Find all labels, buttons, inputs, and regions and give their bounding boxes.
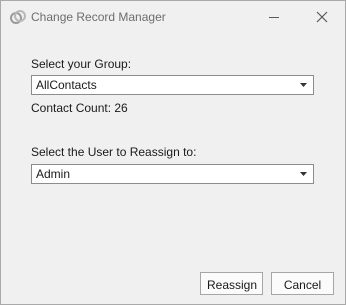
close-icon[interactable]	[314, 9, 330, 25]
change-record-manager-window: Change Record Manager Select your Group:…	[0, 0, 346, 305]
user-select[interactable]: Admin	[31, 164, 314, 184]
chevron-down-icon[interactable]	[300, 83, 307, 87]
title-bar: Change Record Manager	[1, 1, 345, 34]
chevron-down-icon[interactable]	[300, 172, 307, 176]
group-select-value: AllContacts	[36, 78, 97, 92]
user-select-value: Admin	[36, 167, 71, 181]
cancel-button[interactable]: Cancel	[271, 272, 334, 295]
user-label: Select the User to Reassign to:	[31, 145, 197, 159]
window-title: Change Record Manager	[31, 10, 166, 24]
group-label: Select your Group:	[31, 57, 132, 71]
group-select[interactable]: AllContacts	[31, 75, 314, 95]
contact-count: Contact Count: 26	[31, 101, 128, 115]
app-logo-icon	[10, 10, 26, 24]
reassign-button[interactable]: Reassign	[200, 272, 263, 295]
minimize-icon[interactable]	[266, 9, 282, 25]
